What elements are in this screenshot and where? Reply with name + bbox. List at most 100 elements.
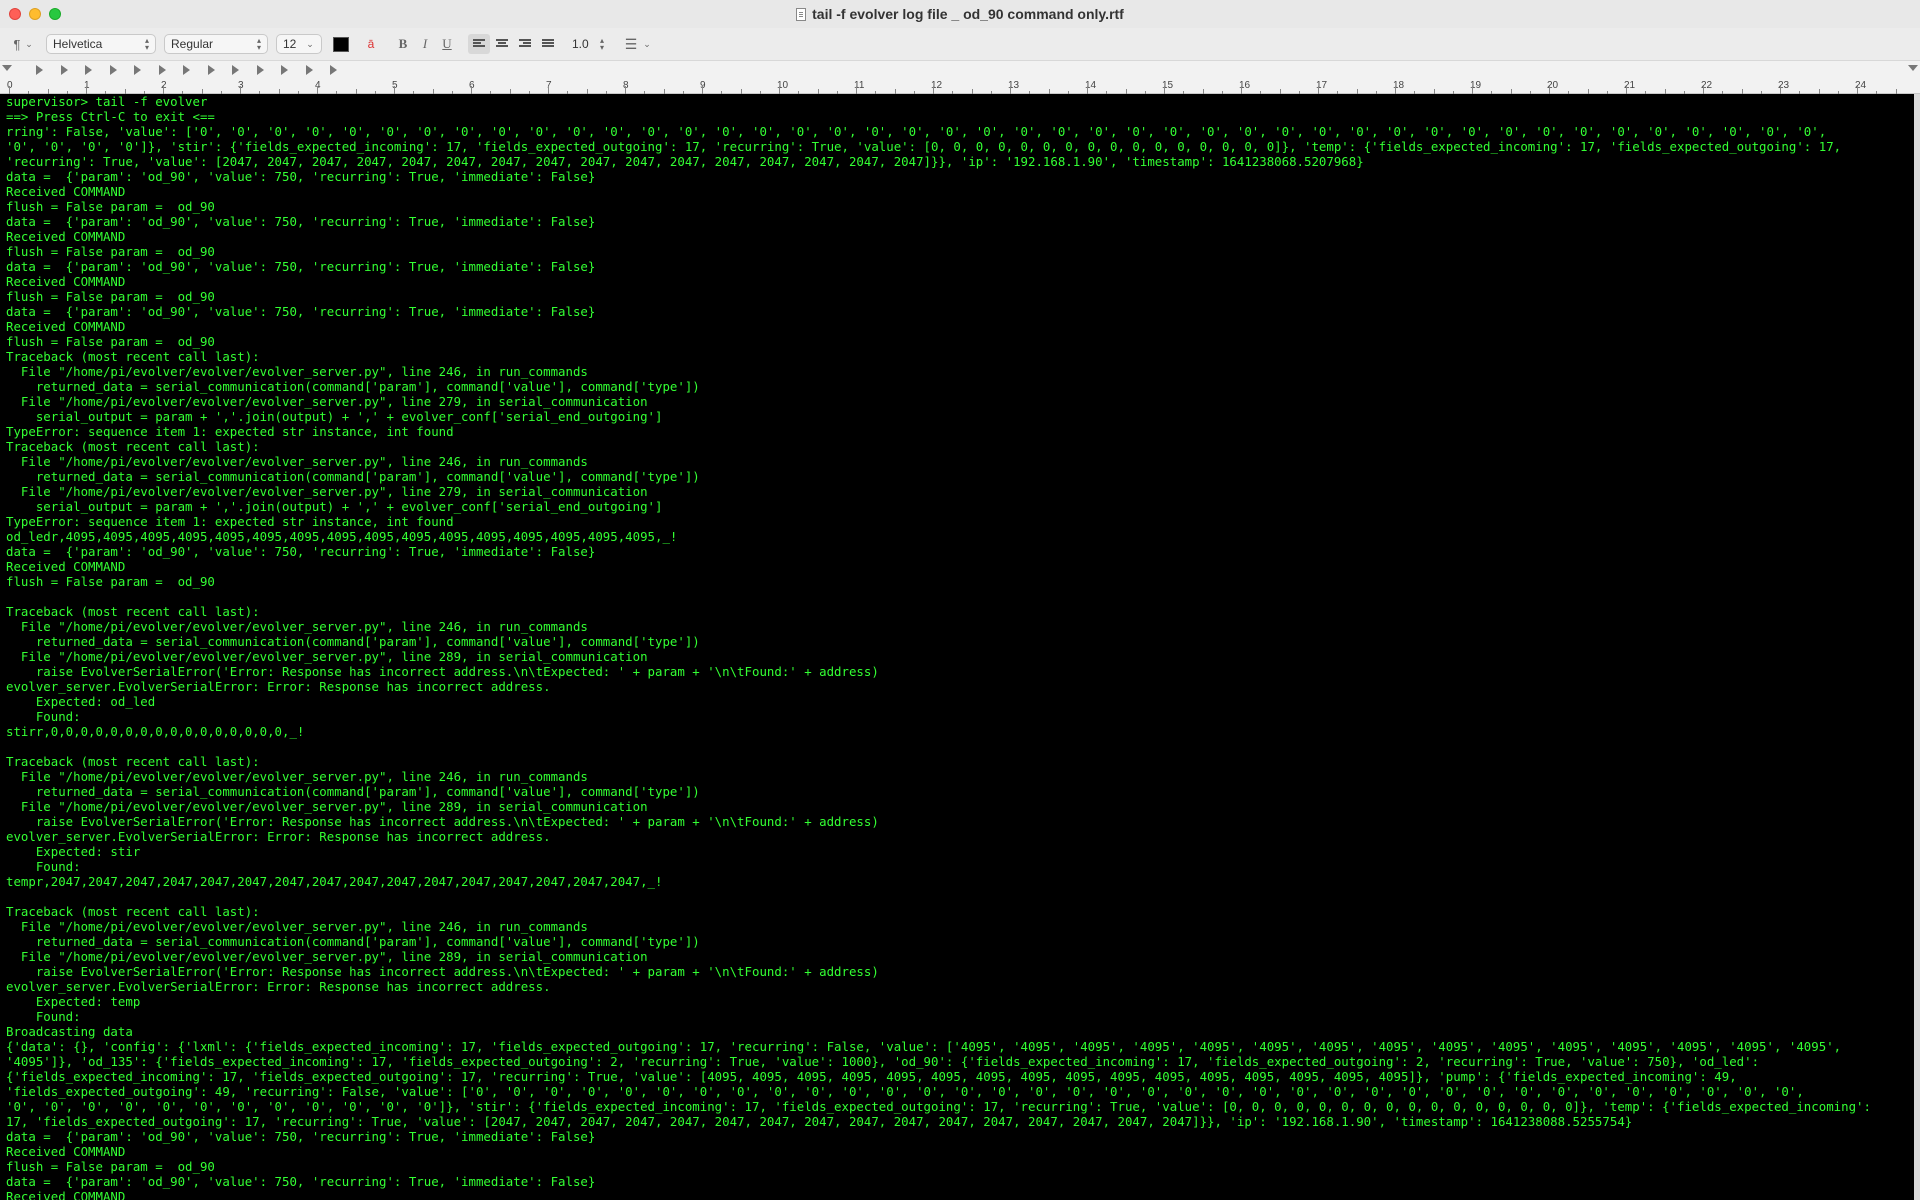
ruler-tick (548, 86, 549, 94)
zoom-window-button[interactable] (49, 8, 61, 20)
ruler-tick (856, 86, 857, 94)
tab-stop-marker[interactable] (85, 65, 92, 75)
tab-stop-marker[interactable] (305, 65, 313, 75)
chevron-down-icon: ⌄ (643, 38, 651, 49)
log-line: TypeError: sequence item 1: expected str… (6, 424, 454, 439)
log-line: File "/home/pi/evolver/evolver/evolver_s… (6, 454, 588, 469)
log-line: 17, 'fields_expected_outgoing': 17, 'rec… (6, 1114, 1633, 1129)
tab-stop-marker[interactable] (256, 65, 264, 75)
document-icon[interactable] (796, 7, 807, 21)
log-line: File "/home/pi/evolver/evolver/evolver_s… (6, 919, 588, 934)
log-line: Received COMMAND (6, 319, 126, 334)
ruler[interactable]: 0123456789101112131415161718192021222324 (0, 60, 1920, 94)
justify-icon (537, 34, 559, 54)
log-line: Found: (6, 859, 81, 874)
log-line: stirr,0,0,0,0,0,0,0,0,0,0,0,0,0,0,0,0,_! (6, 724, 305, 739)
line-spacing-value: 1.0 (572, 37, 589, 51)
log-line: flush = False param = od_90 (6, 244, 215, 259)
log-line: supervisor> tail -f evolver (6, 94, 208, 109)
ruler-tick (1703, 86, 1704, 94)
vertical-scrollbar[interactable] (1914, 94, 1920, 1200)
font-style-select[interactable]: Regular ▴ ▾ (164, 33, 268, 55)
tab-stop-marker[interactable] (281, 65, 288, 75)
tab-stop-marker[interactable] (36, 65, 43, 75)
tab-stop-marker[interactable] (232, 65, 239, 75)
log-line: serial_output = param + ','.join(output)… (6, 499, 663, 514)
tab-stop-marker[interactable] (134, 65, 141, 75)
font-family-select[interactable]: Helvetica ▴ ▾ (46, 33, 156, 55)
ruler-tick (163, 86, 164, 94)
log-line: data = {'param': 'od_90', 'value': 750, … (6, 544, 596, 559)
align-center-button[interactable] (491, 33, 513, 55)
italic-button[interactable]: I (414, 33, 436, 55)
ruler-tick (1857, 86, 1858, 94)
log-line: evolver_server.EvolverSerialError: Error… (6, 979, 551, 994)
log-line: od_ledr,4095,4095,4095,4095,4095,4095,40… (6, 529, 678, 544)
close-window-button[interactable] (9, 8, 21, 20)
log-line: '0', '0', '0', '0', '0', '0', '0', '0', … (6, 1099, 1871, 1114)
align-right-icon (514, 34, 536, 54)
tab-stop-marker[interactable] (158, 65, 166, 75)
window-title-container: tail -f evolver log file _ od_90 command… (796, 6, 1124, 22)
stepper-icon: ▴ ▾ (144, 36, 149, 52)
tab-stop-marker[interactable] (183, 65, 190, 75)
tab-stop-marker[interactable] (60, 65, 68, 75)
ruler-tick (1164, 86, 1165, 94)
list-style-popup[interactable]: ☰ ⌄ (620, 33, 652, 55)
log-line: Traceback (most recent call last): (6, 439, 260, 454)
log-line: File "/home/pi/evolver/evolver/evolver_s… (6, 394, 648, 409)
ruler-tick (933, 86, 934, 94)
ruler-tick (1241, 86, 1242, 94)
log-line: File "/home/pi/evolver/evolver/evolver_s… (6, 364, 588, 379)
bold-button[interactable]: B (392, 33, 414, 55)
log-line: returned_data = serial_communication(com… (6, 379, 700, 394)
first-line-indent-marker[interactable] (2, 65, 12, 71)
log-line: Expected: stir (6, 844, 141, 859)
log-line: returned_data = serial_communication(com… (6, 469, 700, 484)
chevron-down-icon: ⌄ (25, 38, 33, 49)
log-line: flush = False param = od_90 (6, 574, 215, 589)
log-line: data = {'param': 'od_90', 'value': 750, … (6, 1129, 596, 1144)
log-line: serial_output = param + ','.join(output)… (6, 409, 663, 424)
no-highlight-icon: ā (367, 37, 375, 51)
log-line: returned_data = serial_communication(com… (6, 634, 700, 649)
log-line: evolver_server.EvolverSerialError: Error… (6, 829, 551, 844)
align-right-button[interactable] (514, 33, 536, 55)
log-line: 'fields_expected_outgoing': 49, 'recurri… (6, 1084, 1804, 1099)
log-line: '0', '0', '0', '0']}, 'stir': {'fields_e… (6, 139, 1842, 154)
log-line: evolver_server.EvolverSerialError: Error… (6, 679, 551, 694)
paragraph-style-popup[interactable]: ¶ ⌄ (10, 33, 34, 55)
underline-button[interactable]: U (436, 33, 458, 55)
justify-button[interactable] (537, 33, 559, 55)
ruler-tick (1395, 86, 1396, 94)
align-left-button[interactable] (468, 33, 490, 55)
log-line: Traceback (most recent call last): (6, 904, 260, 919)
font-size-select[interactable]: 12 ⌄ (276, 33, 322, 55)
minimize-window-button[interactable] (29, 8, 41, 20)
log-line: 'recurring': True, 'value': [2047, 2047,… (6, 154, 1364, 169)
ruler-tick (394, 86, 395, 94)
log-line: raise EvolverSerialError('Error: Respons… (6, 964, 879, 979)
log-line: ==> Press Ctrl-C to exit <== (6, 109, 215, 124)
tab-stop-marker[interactable] (109, 65, 117, 75)
log-line: Received COMMAND (6, 274, 126, 289)
tab-stop-marker[interactable] (330, 65, 337, 75)
right-margin-marker[interactable] (1908, 65, 1918, 71)
list-bullets-icon: ☰ (624, 35, 638, 52)
align-left-icon (468, 34, 490, 54)
align-center-icon (491, 34, 513, 54)
background-color-button[interactable]: ā (360, 33, 382, 55)
tab-stop-marker[interactable] (207, 65, 215, 75)
text-color-well[interactable] (333, 33, 349, 55)
log-line: Expected: temp (6, 994, 141, 1009)
ruler-tick (86, 86, 87, 94)
stepper-icon: ▴ ▾ (256, 36, 261, 52)
log-line: Traceback (most recent call last): (6, 604, 260, 619)
log-line: returned_data = serial_communication(com… (6, 934, 700, 949)
line-spacing-select[interactable]: 1.0 ▴ ▾ (570, 33, 606, 55)
log-line: raise EvolverSerialError('Error: Respons… (6, 814, 879, 829)
document-content[interactable]: supervisor> tail -f evolver ==> Press Ctr… (0, 94, 1914, 1200)
log-line: Received COMMAND (6, 1189, 126, 1200)
document-text-area[interactable]: supervisor> tail -f evolver ==> Press Ctr… (0, 94, 1914, 1200)
log-line: flush = False param = od_90 (6, 199, 215, 214)
